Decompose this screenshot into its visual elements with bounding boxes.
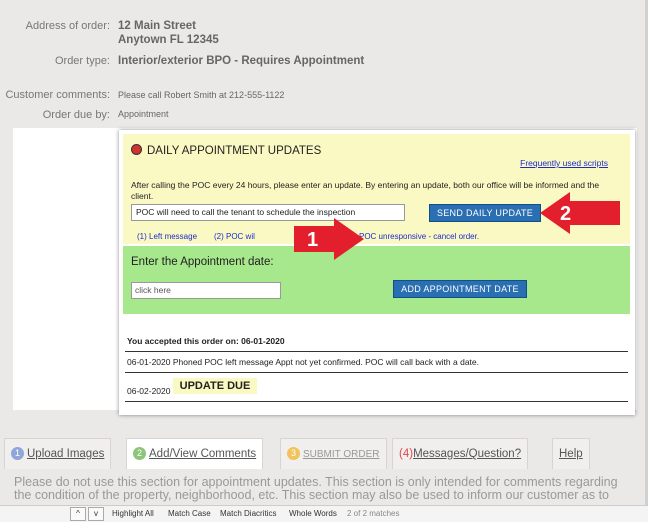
tab-upload-images[interactable]: 1 Upload Images bbox=[4, 438, 112, 469]
address-line2: Anytown FL 12345 bbox=[118, 34, 219, 46]
appointment-date-label: Enter the Appointment date: bbox=[131, 256, 274, 268]
tab-messages-question[interactable]: (4)Messages/Question? bbox=[392, 438, 529, 469]
comments-description: Please do not use this section for appoi… bbox=[14, 475, 618, 502]
order-type-value: Interior/exterior BPO - Requires Appoint… bbox=[118, 55, 365, 67]
find-bar: ^ v Highlight All Match Case Match Diacr… bbox=[0, 505, 648, 522]
tab-submit-order-label: SUBMIT ORDER bbox=[303, 449, 380, 460]
quick-option-3[interactable]: (3) POC unresponsive - cancel order. bbox=[347, 232, 479, 241]
number-1-icon: 1 bbox=[11, 447, 24, 460]
tab-bar: 1 Upload Images 2 Add/View Comments 3 SUBMI… bbox=[0, 434, 645, 474]
find-next-button[interactable]: v bbox=[88, 507, 104, 521]
tab-messages-count: (4) bbox=[399, 448, 414, 460]
match-case-toggle[interactable]: Match Case bbox=[168, 509, 211, 518]
comments-label: Customer comments: bbox=[5, 89, 110, 101]
callout-arrow-1-label: 1 bbox=[307, 229, 318, 251]
divider bbox=[125, 372, 628, 373]
find-previous-button[interactable]: ^ bbox=[70, 507, 86, 521]
tab-add-view-comments-label: Add/View Comments bbox=[149, 448, 257, 460]
daily-updates-title: DAILY APPOINTMENT UPDATES bbox=[131, 144, 321, 157]
alert-dot-icon bbox=[131, 144, 142, 155]
daily-updates-title-text: DAILY APPOINTMENT UPDATES bbox=[147, 145, 322, 157]
callout-arrow-2-label: 2 bbox=[560, 203, 571, 225]
send-daily-update-button[interactable]: SEND DAILY UPDATE bbox=[429, 204, 541, 222]
log-entry-date: 06-02-2020 bbox=[127, 386, 171, 396]
log-entry: 06-01-2020 Phoned POC left message Appt … bbox=[127, 357, 479, 367]
tab-submit-order[interactable]: 3 SUBMIT ORDER bbox=[280, 438, 387, 469]
quick-option-2[interactable]: (2) POC wil bbox=[214, 232, 255, 241]
match-diacritics-toggle[interactable]: Match Diacritics bbox=[220, 509, 276, 518]
callout-arrow-1-icon: 1 bbox=[294, 218, 364, 260]
accepted-date-text: You accepted this order on: 06-01-2020 bbox=[127, 336, 285, 346]
callout-arrow-2-icon: 2 bbox=[540, 192, 620, 234]
tab-upload-images-label: Upload Images bbox=[27, 448, 105, 460]
divider bbox=[125, 351, 628, 352]
due-value: Appointment bbox=[118, 109, 169, 119]
appointment-date-section: Enter the Appointment date: click here A… bbox=[123, 246, 630, 314]
quick-option-1[interactable]: (1) Left message bbox=[137, 232, 197, 241]
update-due-badge: UPDATE DUE bbox=[173, 378, 257, 394]
tab-add-view-comments[interactable]: 2 Add/View Comments bbox=[126, 438, 264, 469]
tab-messages-question-label: Messages/Question? bbox=[413, 448, 522, 460]
frequently-used-scripts-link[interactable]: Frequently used scripts bbox=[520, 158, 608, 168]
due-label: Order due by: bbox=[42, 109, 110, 121]
address-label: Address of order: bbox=[25, 20, 110, 32]
tab-help[interactable]: Help bbox=[552, 438, 590, 469]
order-type-label: Order type: bbox=[54, 55, 110, 67]
whole-words-toggle[interactable]: Whole Words bbox=[289, 509, 337, 518]
highlight-all-toggle[interactable]: Highlight All bbox=[112, 509, 154, 518]
divider bbox=[125, 401, 628, 402]
appointment-panel: DAILY APPOINTMENT UPDATES Frequently use… bbox=[119, 130, 635, 415]
number-2-icon: 2 bbox=[133, 447, 146, 460]
add-appointment-date-button[interactable]: ADD APPOINTMENT DATE bbox=[393, 280, 527, 298]
match-count: 2 of 2 matches bbox=[347, 509, 400, 518]
appointment-date-input[interactable]: click here bbox=[131, 282, 281, 299]
address-line1: 12 Main Street bbox=[118, 20, 196, 32]
tab-help-label: Help bbox=[559, 448, 583, 460]
comments-value: Please call Robert Smith at 212-555-1122 bbox=[118, 90, 285, 100]
number-3-icon: 3 bbox=[287, 447, 300, 460]
